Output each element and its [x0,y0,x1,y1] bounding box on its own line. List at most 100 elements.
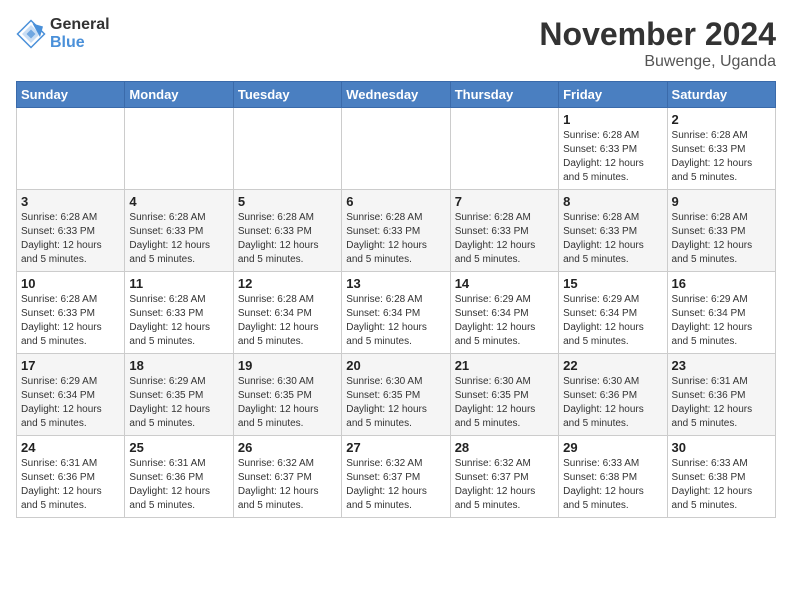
day-info: Sunrise: 6:29 AM Sunset: 6:34 PM Dayligh… [563,293,662,349]
day-info: Sunrise: 6:32 AM Sunset: 6:37 PM Dayligh… [238,457,337,513]
day-number: 8 [563,194,662,209]
day-info: Sunrise: 6:28 AM Sunset: 6:33 PM Dayligh… [21,293,120,349]
day-info: Sunrise: 6:29 AM Sunset: 6:34 PM Dayligh… [455,293,554,349]
header: General Blue November 2024 Buwenge, Ugan… [16,16,776,71]
calendar-cell: 14 Sunrise: 6:29 AM Sunset: 6:34 PM Dayli… [450,272,558,354]
calendar-cell: 12 Sunrise: 6:28 AM Sunset: 6:34 PM Dayli… [233,272,341,354]
day-number: 4 [129,194,228,209]
calendar-cell: 17 Sunrise: 6:29 AM Sunset: 6:34 PM Dayli… [17,354,125,436]
day-header: Monday [125,82,233,108]
logo-general: General [50,16,110,34]
calendar-cell: 11Sunrise: 6:28 AM Sunset: 6:33 PM Dayli… [125,272,233,354]
calendar-cell: 1Sunrise: 6:28 AM Sunset: 6:33 PM Daylig… [559,108,667,190]
month-title: November 2024 [539,16,776,53]
day-number: 12 [238,276,337,291]
calendar-cell: 25 Sunrise: 6:31 AM Sunset: 6:36 PM Dayli… [125,436,233,518]
logo-icon [16,19,46,49]
day-info: Sunrise: 6:30 AM Sunset: 6:35 PM Dayligh… [455,375,554,431]
day-header: Thursday [450,82,558,108]
calendar-cell: 22 Sunrise: 6:30 AM Sunset: 6:36 PM Dayli… [559,354,667,436]
day-number: 15 [563,276,662,291]
day-number: 10 [21,276,120,291]
day-number: 30 [672,440,771,455]
day-header: Friday [559,82,667,108]
calendar-cell: 19Sunrise: 6:30 AM Sunset: 6:35 PM Dayli… [233,354,341,436]
day-info: Sunrise: 6:28 AM Sunset: 6:33 PM Dayligh… [563,129,662,185]
day-number: 18 [129,358,228,373]
day-info: Sunrise: 6:33 AM Sunset: 6:38 PM Dayligh… [672,457,771,513]
day-number: 6 [346,194,445,209]
day-number: 29 [563,440,662,455]
day-info: Sunrise: 6:28 AM Sunset: 6:33 PM Dayligh… [563,211,662,267]
day-number: 14 [455,276,554,291]
calendar-cell: 30 Sunrise: 6:33 AM Sunset: 6:38 PM Dayli… [667,436,775,518]
day-info: Sunrise: 6:28 AM Sunset: 6:33 PM Dayligh… [346,211,445,267]
day-number: 2 [672,112,771,127]
calendar-cell: 7Sunrise: 6:28 AM Sunset: 6:33 PM Daylig… [450,190,558,272]
day-number: 13 [346,276,445,291]
logo-text: General Blue [50,16,110,51]
calendar-cell: 26Sunrise: 6:32 AM Sunset: 6:37 PM Dayli… [233,436,341,518]
day-info: Sunrise: 6:31 AM Sunset: 6:36 PM Dayligh… [129,457,228,513]
day-info: Sunrise: 6:31 AM Sunset: 6:36 PM Dayligh… [21,457,120,513]
day-info: Sunrise: 6:29 AM Sunset: 6:34 PM Dayligh… [672,293,771,349]
calendar-week-row: 17 Sunrise: 6:29 AM Sunset: 6:34 PM Dayli… [17,354,776,436]
calendar-cell: 5Sunrise: 6:28 AM Sunset: 6:33 PM Daylig… [233,190,341,272]
calendar-cell: 28 Sunrise: 6:32 AM Sunset: 6:37 PM Dayli… [450,436,558,518]
day-number: 16 [672,276,771,291]
calendar-cell: 24 Sunrise: 6:31 AM Sunset: 6:36 PM Dayli… [17,436,125,518]
day-info: Sunrise: 6:28 AM Sunset: 6:33 PM Dayligh… [672,211,771,267]
day-info: Sunrise: 6:28 AM Sunset: 6:34 PM Dayligh… [346,293,445,349]
calendar-cell: 8 Sunrise: 6:28 AM Sunset: 6:33 PM Daylig… [559,190,667,272]
calendar-cell: 6 Sunrise: 6:28 AM Sunset: 6:33 PM Daylig… [342,190,450,272]
calendar-week-row: 24 Sunrise: 6:31 AM Sunset: 6:36 PM Dayli… [17,436,776,518]
day-info: Sunrise: 6:29 AM Sunset: 6:34 PM Dayligh… [21,375,120,431]
day-header: Saturday [667,82,775,108]
calendar-cell [125,108,233,190]
day-info: Sunrise: 6:28 AM Sunset: 6:33 PM Dayligh… [455,211,554,267]
calendar-cell: 20 Sunrise: 6:30 AM Sunset: 6:35 PM Dayli… [342,354,450,436]
day-info: Sunrise: 6:28 AM Sunset: 6:33 PM Dayligh… [129,211,228,267]
day-number: 21 [455,358,554,373]
calendar-cell: 18 Sunrise: 6:29 AM Sunset: 6:35 PM Dayli… [125,354,233,436]
day-number: 24 [21,440,120,455]
calendar-cell: 16 Sunrise: 6:29 AM Sunset: 6:34 PM Dayli… [667,272,775,354]
calendar-week-row: 3 Sunrise: 6:28 AM Sunset: 6:33 PM Daylig… [17,190,776,272]
day-info: Sunrise: 6:32 AM Sunset: 6:37 PM Dayligh… [346,457,445,513]
calendar-cell: 29 Sunrise: 6:33 AM Sunset: 6:38 PM Dayli… [559,436,667,518]
logo: General Blue [16,16,110,51]
day-info: Sunrise: 6:28 AM Sunset: 6:34 PM Dayligh… [238,293,337,349]
day-header: Wednesday [342,82,450,108]
day-header: Tuesday [233,82,341,108]
location: Buwenge, Uganda [539,53,776,71]
day-info: Sunrise: 6:29 AM Sunset: 6:35 PM Dayligh… [129,375,228,431]
title-area: November 2024 Buwenge, Uganda [539,16,776,71]
day-number: 20 [346,358,445,373]
day-number: 17 [21,358,120,373]
day-info: Sunrise: 6:28 AM Sunset: 6:33 PM Dayligh… [672,129,771,185]
day-info: Sunrise: 6:30 AM Sunset: 6:36 PM Dayligh… [563,375,662,431]
calendar-cell [233,108,341,190]
day-number: 22 [563,358,662,373]
day-info: Sunrise: 6:32 AM Sunset: 6:37 PM Dayligh… [455,457,554,513]
logo-blue: Blue [50,34,110,52]
day-number: 25 [129,440,228,455]
calendar-cell: 23Sunrise: 6:31 AM Sunset: 6:36 PM Dayli… [667,354,775,436]
day-info: Sunrise: 6:31 AM Sunset: 6:36 PM Dayligh… [672,375,771,431]
calendar-cell: 2 Sunrise: 6:28 AM Sunset: 6:33 PM Daylig… [667,108,775,190]
calendar-cell: 15 Sunrise: 6:29 AM Sunset: 6:34 PM Dayli… [559,272,667,354]
calendar-header-row: SundayMondayTuesdayWednesdayThursdayFrid… [17,82,776,108]
calendar-week-row: 10 Sunrise: 6:28 AM Sunset: 6:33 PM Dayli… [17,272,776,354]
calendar-cell [450,108,558,190]
calendar-cell [342,108,450,190]
day-info: Sunrise: 6:30 AM Sunset: 6:35 PM Dayligh… [346,375,445,431]
day-number: 3 [21,194,120,209]
day-number: 28 [455,440,554,455]
calendar-cell: 10 Sunrise: 6:28 AM Sunset: 6:33 PM Dayli… [17,272,125,354]
day-header: Sunday [17,82,125,108]
calendar-cell: 9Sunrise: 6:28 AM Sunset: 6:33 PM Daylig… [667,190,775,272]
calendar-cell: 27Sunrise: 6:32 AM Sunset: 6:37 PM Dayli… [342,436,450,518]
day-info: Sunrise: 6:33 AM Sunset: 6:38 PM Dayligh… [563,457,662,513]
calendar: SundayMondayTuesdayWednesdayThursdayFrid… [16,81,776,518]
calendar-cell: 13 Sunrise: 6:28 AM Sunset: 6:34 PM Dayli… [342,272,450,354]
